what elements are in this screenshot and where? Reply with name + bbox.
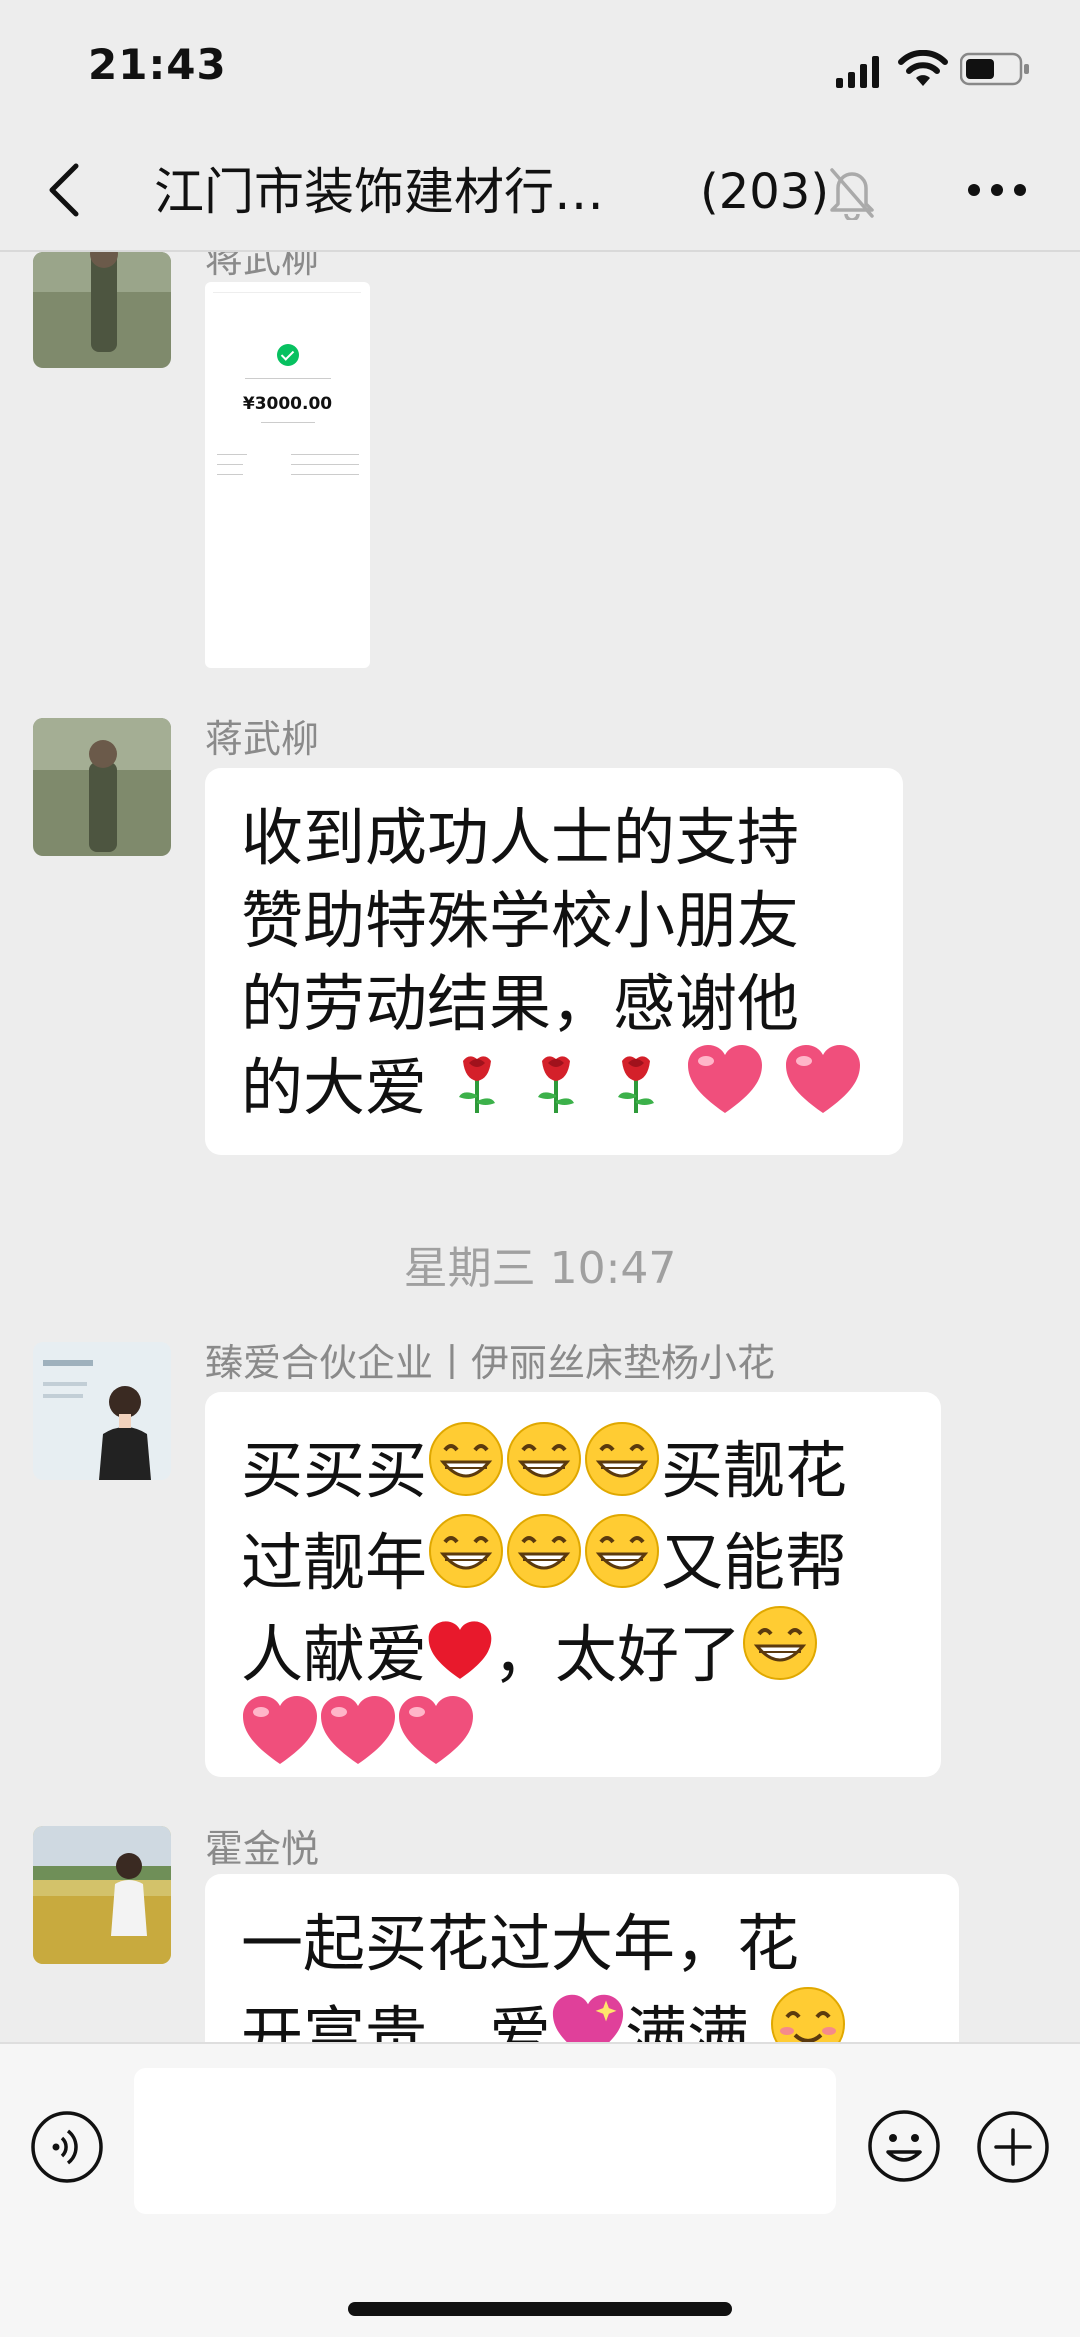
sparkling-heart-icon xyxy=(552,1994,624,2042)
message-line: 开富贵，爱 xyxy=(241,1999,552,2042)
rose-icon xyxy=(458,1056,495,1113)
message-segment: 人献爱 xyxy=(241,1618,428,1691)
avatar[interactable] xyxy=(33,1826,171,1964)
sender-name: 臻爱合伙企业丨伊丽丝床垫杨小花 xyxy=(205,1341,776,1385)
voice-input-icon[interactable] xyxy=(30,2110,104,2184)
emoji-icon[interactable] xyxy=(866,2108,942,2184)
image-amount: ¥3000.00 xyxy=(242,394,333,414)
grinning-face-icon xyxy=(429,1422,504,1496)
message-line: 赞助特殊学校小朋友 xyxy=(241,884,800,957)
rose-icon xyxy=(538,1056,575,1113)
sender-name: 霍金悦 xyxy=(205,1827,320,1871)
pink-heart-icon xyxy=(687,1045,762,1113)
message-line: 的劳动结果，感谢他 xyxy=(241,967,800,1040)
message-bubble[interactable]: 一起买花过大年，花 开富贵，爱 满满 xyxy=(205,1874,959,2042)
group-title[interactable]: 江门市装饰建材行… xyxy=(154,160,674,224)
sender-name: 蒋武柳 xyxy=(205,717,320,761)
pink-heart-icon xyxy=(785,1045,860,1113)
status-time: 21:43 xyxy=(88,40,227,89)
image-message[interactable]: ¥3000.00 xyxy=(205,282,370,668)
message-bubble[interactable]: 买买买 买靓花 过靓年 又能帮 人献爱 ，太好了 xyxy=(205,1392,941,1777)
message-segment: 买靓花 xyxy=(661,1434,848,1507)
grinning-face-icon xyxy=(585,1514,660,1588)
avatar-photo-icon xyxy=(33,252,171,368)
mute-bell-icon xyxy=(830,168,874,220)
avatar[interactable] xyxy=(33,1342,171,1480)
cellular-signal-icon xyxy=(836,56,879,88)
battery-icon xyxy=(960,52,1029,86)
avatar-photo-icon xyxy=(33,718,171,856)
avatar-photo-icon xyxy=(33,1826,171,1964)
avatar[interactable] xyxy=(33,252,171,368)
back-arrow-icon[interactable] xyxy=(40,160,90,220)
message-line: 收到成功人士的支持 xyxy=(241,801,800,874)
message-line: 一起买花过大年，花 xyxy=(241,1907,800,1980)
grinning-face-icon xyxy=(429,1514,504,1588)
message-line: 满满 xyxy=(625,1999,750,2042)
wifi-icon xyxy=(898,50,948,86)
pink-heart-icon xyxy=(399,1696,473,1764)
message-list[interactable]: 蒋武柳 ¥3000.00 蒋武柳 收到成功人士的支持 赞助特殊学校小朋友 的劳动… xyxy=(0,252,1080,2042)
avatar[interactable] xyxy=(33,718,171,856)
rose-icon xyxy=(618,1056,655,1113)
grinning-face-icon xyxy=(507,1514,582,1588)
input-bar xyxy=(0,2042,1080,2337)
avatar-photo-icon xyxy=(33,1342,171,1480)
sender-name: 蒋武柳 xyxy=(205,252,320,281)
message-segment: ，太好了 xyxy=(493,1618,742,1691)
grinning-face-icon xyxy=(585,1422,660,1496)
red-heart-icon xyxy=(428,1621,492,1679)
grinning-face-icon xyxy=(743,1606,818,1680)
pink-heart-icon xyxy=(243,1696,317,1764)
more-options-icon[interactable] xyxy=(966,182,1028,198)
pink-heart-icon xyxy=(321,1696,395,1764)
message-segment: 过靓年 xyxy=(241,1526,428,1599)
home-indicator xyxy=(348,2302,732,2316)
message-line: 的大爱 xyxy=(241,1051,428,1124)
success-check-icon xyxy=(277,344,299,366)
message-input[interactable] xyxy=(134,2068,836,2214)
timestamp: 星期三 10:47 xyxy=(403,1243,677,1294)
chat-header: 江门市装饰建材行… (203) xyxy=(0,130,1080,252)
smiling-face-icon xyxy=(770,1987,845,2042)
status-bar: 21:43 xyxy=(0,0,1080,130)
message-bubble[interactable]: 收到成功人士的支持 赞助特殊学校小朋友 的劳动结果，感谢他 的大爱 xyxy=(205,768,903,1155)
message-segment: 又能帮 xyxy=(661,1526,848,1599)
message-segment: 买买买 xyxy=(241,1434,428,1507)
grinning-face-icon xyxy=(507,1422,582,1496)
member-count: (203) xyxy=(700,164,830,220)
plus-icon[interactable] xyxy=(976,2110,1050,2184)
